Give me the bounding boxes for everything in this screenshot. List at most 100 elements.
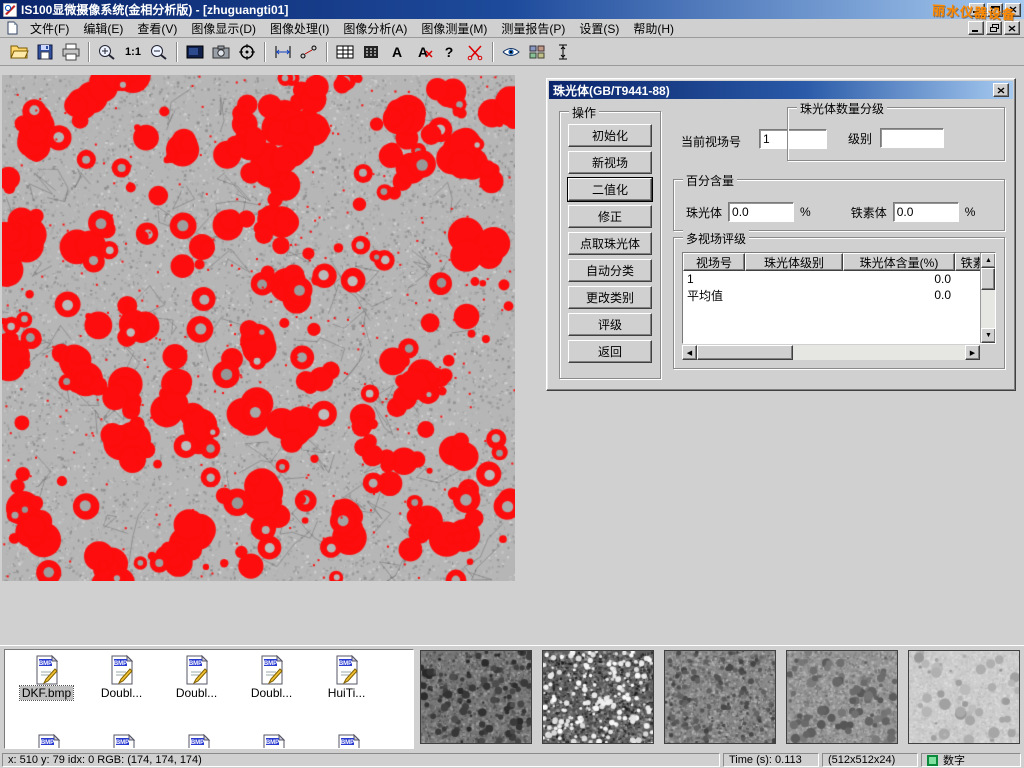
cascade-grid-icon[interactable] [524, 40, 550, 64]
change-class-button[interactable]: 更改类别 [568, 286, 652, 309]
zoom-out-icon[interactable] [146, 40, 172, 64]
thumbnail-image[interactable] [786, 650, 898, 744]
file-item-partial[interactable]: BMP [86, 734, 161, 749]
target-icon[interactable] [234, 40, 260, 64]
measure-distance-icon[interactable] [296, 40, 322, 64]
ferrite-percent-input[interactable] [893, 202, 959, 222]
dialog-title-bar[interactable]: 珠光体(GB/T9441-88) [549, 81, 1013, 99]
cell-grade[interactable] [745, 271, 843, 287]
pearlite-percent-input[interactable] [728, 202, 794, 222]
cell-ferrite[interactable] [955, 287, 980, 303]
grid-table-icon[interactable] [332, 40, 358, 64]
col-pearlite-grade[interactable]: 珠光体级别 [745, 253, 843, 271]
file-item-partial[interactable]: BMP [236, 734, 311, 749]
grade-button[interactable]: 评级 [568, 313, 652, 336]
menu-item-measure-report[interactable]: 测量报告(P) [494, 19, 572, 38]
file-item-partial[interactable]: BMP [161, 734, 236, 749]
save-icon[interactable] [32, 40, 58, 64]
actual-size-icon[interactable]: 1:1 [120, 40, 146, 64]
file-item[interactable]: BMP Doubl... [234, 655, 309, 700]
time-status: Time (s): 0.113 [723, 753, 819, 767]
close-button[interactable] [1005, 3, 1021, 17]
vertical-ruler-icon[interactable] [550, 40, 576, 64]
correct-button[interactable]: 修正 [568, 205, 652, 228]
pick-pearlite-button[interactable]: 点取珠光体 [568, 232, 652, 255]
auto-classify-button[interactable]: 自动分类 [568, 259, 652, 282]
mdi-minimize-button[interactable] [968, 21, 984, 35]
return-button[interactable]: 返回 [568, 340, 652, 363]
title-bar[interactable]: IS100显微摄像系统(金相分析版) - [zhuguangti01] [0, 0, 1024, 19]
file-item[interactable]: BMP HuiTi... [309, 655, 384, 700]
menu-item-image-display[interactable]: 图像显示(D) [184, 19, 263, 38]
text-label-icon[interactable]: A [384, 40, 410, 64]
menu-item-view[interactable]: 查看(V) [130, 19, 184, 38]
cell-pearlite[interactable]: 0.0 [843, 287, 955, 303]
cell-field[interactable]: 1 [683, 271, 745, 287]
micrograph-image[interactable] [2, 75, 515, 581]
menu-item-help[interactable]: 帮助(H) [626, 19, 681, 38]
binarize-button[interactable]: 二值化 [568, 178, 652, 201]
scroll-right-icon[interactable]: ▶ [965, 345, 980, 360]
scissors-icon[interactable] [462, 40, 488, 64]
mode-label: 数字 [943, 753, 965, 767]
scroll-up-icon[interactable]: ▲ [981, 253, 996, 268]
cell-pearlite[interactable]: 0.0 [843, 271, 955, 287]
file-name[interactable]: Doubl... [174, 686, 219, 700]
mdi-restore-button[interactable] [986, 21, 1002, 35]
file-name[interactable]: Doubl... [99, 686, 144, 700]
col-field-number[interactable]: 视场号 [683, 253, 745, 271]
menu-item-image-analysis[interactable]: 图像分析(A) [336, 19, 414, 38]
new-field-button[interactable]: 新视场 [568, 151, 652, 174]
scroll-thumb[interactable] [981, 268, 995, 290]
open-icon[interactable] [6, 40, 32, 64]
thumbnail-image[interactable] [908, 650, 1020, 744]
dialog-close-icon[interactable] [993, 83, 1009, 97]
menu-item-file[interactable]: 文件(F) [23, 19, 76, 38]
file-item-partial[interactable]: BMP [11, 734, 86, 749]
file-item-partial[interactable]: BMP [311, 734, 386, 749]
thumbnail-image[interactable] [420, 650, 532, 744]
print-icon[interactable] [58, 40, 84, 64]
eye-icon[interactable] [498, 40, 524, 64]
file-item[interactable]: BMP Doubl... [159, 655, 234, 700]
document-icon[interactable] [4, 20, 20, 36]
grade-level-input[interactable] [880, 128, 944, 148]
init-button[interactable]: 初始化 [568, 124, 652, 147]
pearlite-label: 珠光体 [686, 204, 722, 221]
col-pearlite-content[interactable]: 珠光体含量(%) [843, 253, 955, 271]
menu-item-image-process[interactable]: 图像处理(I) [263, 19, 336, 38]
scroll-down-icon[interactable]: ▼ [981, 328, 996, 343]
camera-icon[interactable] [208, 40, 234, 64]
help-icon[interactable]: ? [436, 40, 462, 64]
capture-icon[interactable] [182, 40, 208, 64]
halftone-pattern-icon[interactable] [358, 40, 384, 64]
file-item[interactable]: BMP DKF.bmp [9, 655, 84, 700]
vertical-scrollbar[interactable]: ▲ ▼ [980, 253, 995, 343]
measure-width-icon[interactable] [270, 40, 296, 64]
maximize-button[interactable] [987, 3, 1003, 17]
file-name[interactable]: DKF.bmp [20, 686, 73, 700]
scroll-thumb[interactable] [697, 345, 793, 360]
menu-item-settings[interactable]: 设置(S) [572, 19, 626, 38]
file-name[interactable]: Doubl... [249, 686, 294, 700]
thumbnail-image[interactable] [542, 650, 654, 744]
cell-field[interactable]: 平均值 [683, 287, 745, 303]
mdi-close-button[interactable] [1004, 21, 1020, 35]
zoom-in-icon[interactable] [94, 40, 120, 64]
file-name[interactable]: HuiTi... [326, 686, 368, 700]
cell-grade[interactable] [745, 287, 843, 303]
toolbar-separator [176, 42, 178, 62]
horizontal-scrollbar[interactable]: ◀ ▶ [682, 345, 980, 360]
col-ferrite-content[interactable]: 铁素体含量(%) [955, 253, 980, 271]
workspace: 珠光体(GB/T9441-88) 操作 初始化 新视场 二值化 修正 点取珠光体… [0, 66, 1024, 645]
file-item[interactable]: BMP Doubl... [84, 655, 159, 700]
thumbnail-image[interactable] [664, 650, 776, 744]
menu-item-edit[interactable]: 编辑(E) [76, 19, 130, 38]
grading-group-label: 珠光体数量分级 [797, 100, 887, 117]
text-label-delete-icon[interactable]: A [410, 40, 436, 64]
scroll-left-icon[interactable]: ◀ [682, 345, 697, 360]
menu-item-image-measure[interactable]: 图像测量(M) [414, 19, 494, 38]
minimize-button[interactable] [969, 3, 985, 17]
cell-ferrite[interactable] [955, 271, 980, 287]
multi-field-table: 视场号 珠光体级别 珠光体含量(%) 铁素体含量(%) 1 0.0 [682, 252, 996, 344]
